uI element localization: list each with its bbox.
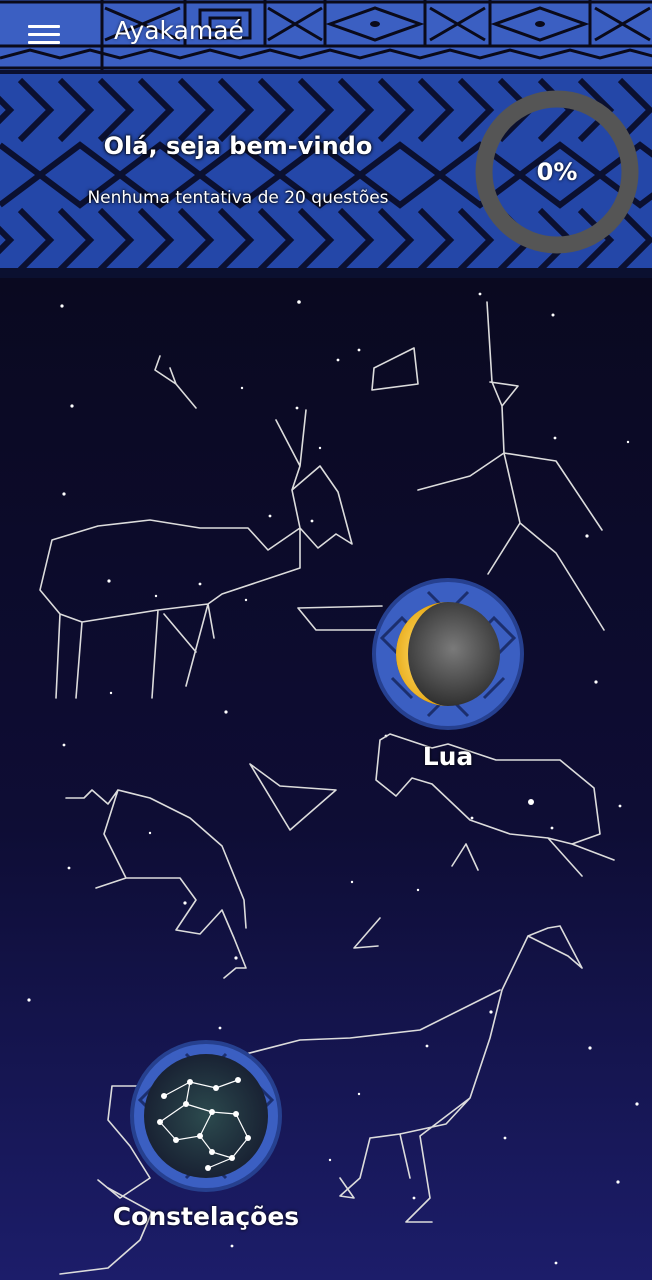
constellation-icon [130, 1040, 282, 1192]
app-title: Ayakamaé [114, 16, 244, 45]
attempts-subtitle: Nenhuma tentativa de 20 questões [87, 188, 389, 208]
app-bar: Ayakamaé [0, 0, 652, 70]
topic-constelacoes-label: Constelações [112, 1202, 300, 1231]
progress-percent: 0% [536, 158, 578, 186]
topic-constelacoes[interactable]: Constelações [100, 1038, 312, 1238]
appbar-pattern [0, 0, 652, 70]
constellation-sky: Lua Constelações [0, 278, 652, 1280]
menu-button[interactable] [22, 18, 66, 52]
menu-icon [28, 25, 60, 44]
topic-lua-label: Lua [422, 742, 474, 771]
sky-constellations-art [27, 292, 639, 1275]
progress-ring: 0% [474, 89, 640, 255]
moon-icon [372, 578, 524, 730]
topic-lua[interactable]: Lua [372, 578, 524, 778]
greeting-title: Olá, seja bem-vindo [103, 132, 373, 160]
